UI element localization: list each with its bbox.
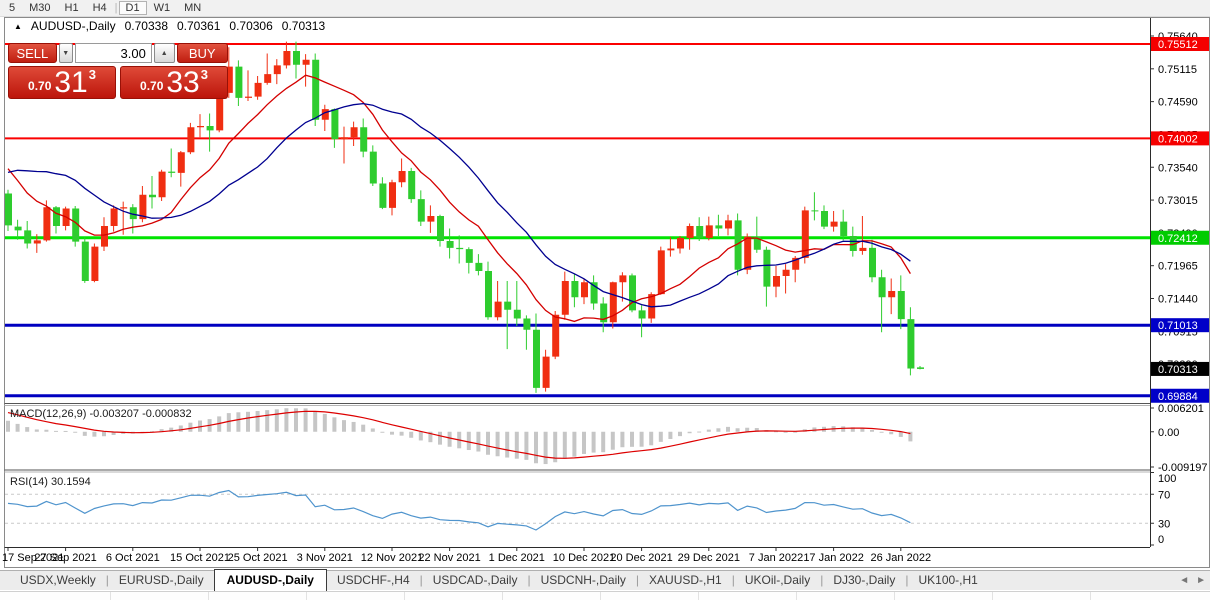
buy-price-base: 0.70	[140, 79, 163, 93]
svg-text:0.00: 0.00	[1158, 427, 1179, 439]
sell-price-base: 0.70	[28, 79, 51, 93]
svg-text:0.71965: 0.71965	[1158, 261, 1198, 273]
tab-usdcad-daily[interactable]: USDCAD-,Daily	[423, 571, 528, 590]
macd-indicator-label: MACD(12,26,9) -0.003207 -0.000832	[10, 408, 192, 420]
one-click-trade-panel: SELL ▼ ▲ BUY 0.70 31 3 0.70 33 3	[8, 43, 228, 99]
tab-dj30-daily[interactable]: DJ30-,Daily	[823, 571, 905, 590]
tab-ukoil-daily[interactable]: UKOil-,Daily	[735, 571, 820, 590]
rsi-indicator-label: RSI(14) 30.1594	[10, 476, 91, 488]
svg-text:70: 70	[1158, 489, 1170, 501]
timeframe-h4[interactable]: H4	[86, 1, 114, 15]
tab-audusd-daily[interactable]: AUDUSD-,Daily	[214, 569, 327, 591]
tab-uk100-h1[interactable]: UK100-,H1	[908, 571, 987, 590]
sell-price-point: 3	[89, 67, 96, 82]
svg-text:0.74590: 0.74590	[1158, 97, 1198, 109]
buy-price-pips: 33	[166, 68, 199, 97]
ohlc-close: 0.70313	[282, 19, 325, 33]
timeframe-toolbar: 5M30H1H4|D1W1MN	[0, 0, 1210, 17]
tab-eurusd-daily[interactable]: EURUSD-,Daily	[109, 571, 214, 590]
svg-text:0.70313: 0.70313	[1158, 364, 1198, 376]
tab-scroll-left-icon[interactable]: ◄	[1179, 575, 1189, 586]
ohlc-open: 0.70338	[125, 19, 168, 33]
svg-text:1 Dec 2021: 1 Dec 2021	[489, 552, 545, 564]
svg-text:0.73015: 0.73015	[1158, 195, 1198, 207]
svg-text:0.73540: 0.73540	[1158, 162, 1198, 174]
sell-price-pips: 31	[54, 68, 87, 97]
tab-usdx-weekly[interactable]: USDX,Weekly	[10, 571, 106, 590]
ohlc-high: 0.70361	[177, 19, 220, 33]
svg-text:29 Dec 2021: 29 Dec 2021	[678, 552, 740, 564]
svg-text:22 Nov 2021: 22 Nov 2021	[418, 552, 480, 564]
timeframe-mn[interactable]: MN	[177, 1, 208, 15]
collapse-icon[interactable]: ▲	[14, 22, 22, 31]
svg-text:25 Oct 2021: 25 Oct 2021	[228, 552, 288, 564]
svg-text:27 Sep 2021: 27 Sep 2021	[34, 552, 96, 564]
svg-text:6 Oct 2021: 6 Oct 2021	[106, 552, 160, 564]
chevron-up-icon: ▲	[161, 50, 168, 57]
svg-text:0.71440: 0.71440	[1158, 294, 1198, 306]
sell-button[interactable]: SELL	[8, 43, 57, 63]
svg-text:100: 100	[1158, 473, 1176, 485]
svg-text:30: 30	[1158, 518, 1170, 530]
tab-usdcnh-daily[interactable]: USDCNH-,Daily	[531, 571, 636, 590]
volume-decrease-button[interactable]: ▼	[59, 43, 73, 63]
chart-title: AUDUSD-,Daily	[31, 19, 116, 33]
svg-text:0.006201: 0.006201	[1158, 403, 1204, 415]
timeframe-m30[interactable]: M30	[22, 1, 57, 15]
chart-window-header: ▲ AUDUSD-,Daily 0.70338 0.70361 0.70306 …	[14, 19, 325, 33]
tab-scroll-buttons: ◄ ►	[1179, 575, 1206, 586]
ohlc-low: 0.70306	[229, 19, 272, 33]
tab-xauusd-h1[interactable]: XAUUSD-,H1	[639, 571, 732, 590]
svg-text:7 Jan 2022: 7 Jan 2022	[749, 552, 803, 564]
svg-text:0.75512: 0.75512	[1158, 39, 1198, 51]
toolbar-separator: |	[115, 2, 118, 14]
timeframe-w1[interactable]: W1	[147, 1, 178, 15]
svg-text:0: 0	[1158, 534, 1164, 546]
svg-text:0.74002: 0.74002	[1158, 133, 1198, 145]
svg-text:15 Oct 2021: 15 Oct 2021	[170, 552, 230, 564]
svg-text:26 Jan 2022: 26 Jan 2022	[871, 552, 932, 564]
buy-button[interactable]: BUY	[177, 43, 229, 63]
tab-scroll-right-icon[interactable]: ►	[1196, 575, 1206, 586]
buy-price-point: 3	[201, 67, 208, 82]
svg-text:17 Jan 2022: 17 Jan 2022	[803, 552, 864, 564]
svg-text:12 Nov 2021: 12 Nov 2021	[361, 552, 423, 564]
volume-input[interactable]	[75, 43, 152, 63]
timeframe-d1[interactable]: D1	[119, 1, 147, 15]
svg-text:0.71013: 0.71013	[1158, 320, 1198, 332]
chevron-down-icon: ▼	[62, 50, 69, 57]
timeframe-5[interactable]: 5	[2, 1, 22, 15]
tab-usdchf-h4[interactable]: USDCHF-,H4	[327, 571, 420, 590]
svg-text:0.75115: 0.75115	[1158, 64, 1197, 76]
timeframe-h1[interactable]: H1	[58, 1, 86, 15]
volume-increase-button[interactable]: ▲	[154, 43, 175, 63]
svg-text:10 Dec 2021: 10 Dec 2021	[553, 552, 615, 564]
svg-text:20 Dec 2021: 20 Dec 2021	[610, 552, 672, 564]
symbol-tab-bar: USDX,Weekly|EURUSD-,DailyAUDUSD-,DailyUS…	[0, 570, 1210, 590]
svg-text:0.72412: 0.72412	[1158, 233, 1198, 245]
svg-text:3 Nov 2021: 3 Nov 2021	[297, 552, 353, 564]
sell-price-display[interactable]: 0.70 31 3	[8, 66, 116, 99]
svg-text:0.69884: 0.69884	[1158, 391, 1198, 403]
buy-price-display[interactable]: 0.70 33 3	[120, 66, 228, 99]
